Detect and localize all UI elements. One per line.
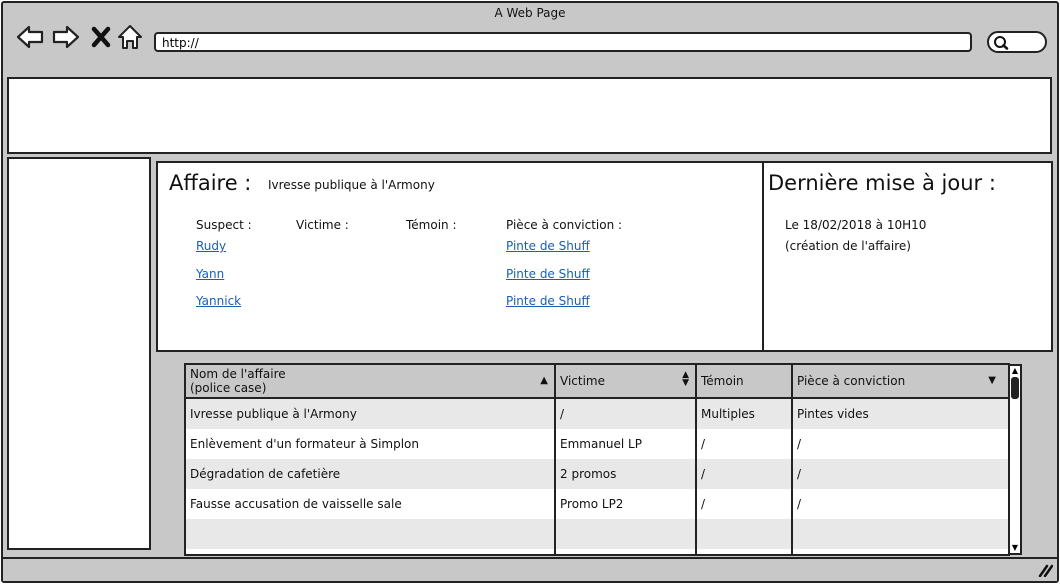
cell-temoin: Multiples (696, 398, 793, 429)
update-date: Le 18/02/2018 à 10H10 (785, 218, 927, 232)
cell-affaire: Dégradation de cafetière (186, 459, 556, 489)
cell-affaire (186, 519, 556, 549)
piece-link[interactable]: Pinte de Shuff (506, 294, 590, 308)
search-icon (994, 36, 1009, 50)
table-row[interactable]: Ivresse publique à l'Armony / Multiples … (186, 398, 1008, 429)
piece-link[interactable]: Pinte de Shuff (506, 239, 590, 253)
table-row[interactable] (186, 549, 1008, 554)
scroll-thumb[interactable] (1011, 377, 1019, 399)
table-row[interactable]: Fausse accusation de vaisselle sale Prom… (186, 489, 1008, 519)
empty-cell (186, 549, 556, 554)
header-banner (7, 77, 1052, 154)
window-title: A Web Page (494, 6, 566, 20)
cell-temoin: / (696, 429, 793, 459)
affaire-name: Ivresse publique à l'Armony (268, 178, 435, 192)
table-row[interactable] (186, 519, 1008, 549)
cell-temoin: / (696, 489, 793, 519)
piece-link[interactable]: Pinte de Shuff (506, 267, 590, 281)
table-scrollbar[interactable]: ▲ ▼ (1008, 364, 1022, 555)
cell-temoin: / (696, 459, 793, 489)
scroll-down-icon[interactable]: ▼ (1010, 543, 1020, 553)
victime-label: Victime : (296, 218, 349, 232)
column-header-name-line1: Nom de l'affaire (190, 367, 286, 381)
forward-arrow-icon[interactable] (52, 24, 80, 50)
table-header-row: Nom de l'affaire (police case) ▲ Victime… (186, 365, 1008, 399)
sort-both-icon[interactable]: ▲ ▼ (682, 371, 689, 388)
column-header-piece[interactable]: Pièce à conviction ▼ (792, 365, 1008, 399)
cell-affaire: Ivresse publique à l'Armony (186, 398, 556, 429)
cell-temoin (696, 519, 793, 549)
back-arrow-icon[interactable] (16, 24, 44, 50)
column-header-name-line2: (police case) (190, 381, 267, 395)
scroll-up-icon[interactable]: ▲ (1010, 366, 1020, 376)
status-bar (3, 557, 1057, 581)
cell-piece: Pintes vides (792, 398, 1008, 429)
cell-victime: / (555, 398, 697, 429)
cell-victime: Emmanuel LP (555, 429, 697, 459)
update-title: Dernière mise à jour : (768, 171, 996, 195)
column-header-temoin-label: Témoin (701, 374, 744, 388)
cell-piece: / (797, 437, 802, 451)
column-header-name[interactable]: Nom de l'affaire (police case) ▲ (186, 365, 556, 399)
search-box[interactable] (987, 31, 1047, 53)
piece-label: Pièce à conviction : (506, 218, 623, 232)
empty-cell (696, 549, 793, 554)
sidebar (7, 157, 151, 550)
table-row[interactable]: Dégradation de cafetière 2 promos / / (186, 459, 1008, 489)
suspect-link[interactable]: Rudy (196, 239, 226, 253)
sort-descending-icon[interactable]: ▼ (988, 375, 996, 386)
suspect-link[interactable]: Yann (196, 267, 224, 281)
cell-piece: / (792, 459, 1008, 489)
home-icon[interactable] (116, 24, 144, 50)
cell-piece: / (797, 497, 802, 511)
temoin-label: Témoin : (406, 218, 457, 232)
address-bar[interactable]: http:// (154, 32, 972, 52)
sort-ascending-icon[interactable]: ▲ (540, 375, 548, 386)
column-header-temoin[interactable]: Témoin (696, 365, 793, 399)
cell-victime: Promo LP2 (555, 489, 697, 519)
suspect-link[interactable]: Yannick (196, 294, 241, 308)
affaire-label: Affaire : (169, 171, 252, 195)
column-header-piece-label: Pièce à conviction (797, 374, 906, 388)
resize-grip-icon[interactable] (1037, 563, 1053, 577)
cell-affaire: Enlèvement d'un formateur à Simplon (186, 429, 556, 459)
suspect-label: Suspect : (196, 218, 252, 232)
empty-cell (792, 549, 1008, 554)
empty-cell (555, 549, 697, 554)
cases-table: Nom de l'affaire (police case) ▲ Victime… (184, 363, 1010, 556)
cell-victime: 2 promos (555, 459, 697, 489)
cell-affaire: Fausse accusation de vaisselle sale (186, 489, 556, 519)
column-header-victime[interactable]: Victime ▲ ▼ (555, 365, 697, 399)
column-header-victime-label: Victime (560, 374, 605, 388)
table-row[interactable]: Enlèvement d'un formateur à Simplon Emma… (186, 429, 1008, 459)
close-icon[interactable] (88, 24, 116, 50)
cell-victime (555, 519, 697, 549)
update-note: (création de l'affaire) (785, 239, 911, 253)
cell-piece (792, 519, 1008, 549)
